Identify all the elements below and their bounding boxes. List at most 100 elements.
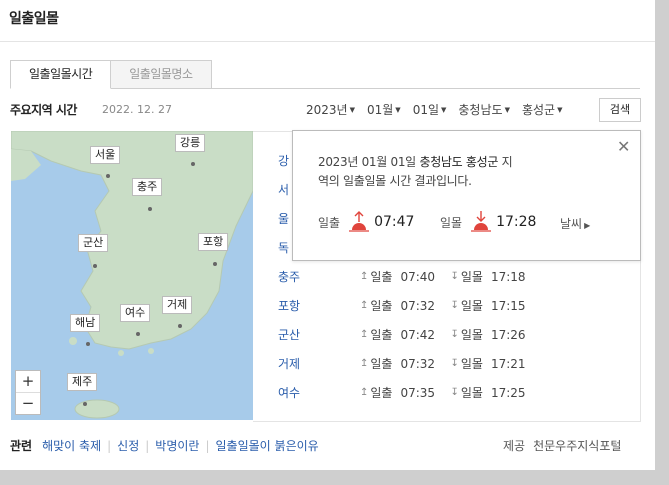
year-select[interactable]: 2023년 ▼ — [306, 101, 355, 118]
sunrise-time: 07:42 — [400, 327, 436, 342]
close-icon[interactable]: ✕ — [617, 137, 630, 156]
result-popup: ✕ 2023년 01월 01일 충청남도 홍성군 지 역의 일출일몰 시간 결과… — [292, 130, 641, 261]
sunset-arrow-icon: ↧ — [450, 300, 459, 311]
map-label-gunsan[interactable]: 군산 — [78, 234, 109, 252]
related-link-red-reason[interactable]: 일출일몰이 붉은이유 — [216, 437, 319, 454]
chevron-down-icon: ▼ — [557, 106, 563, 114]
sunrise-arrow-icon: ↥ — [360, 329, 369, 340]
related-link-festival[interactable]: 해맞이 축제 — [42, 437, 101, 454]
map-marker — [86, 342, 90, 346]
sunrise-label: 일출 — [370, 299, 393, 313]
city-row: 여수 ↥ 일출 07:35 ↧ 일몰 17:25 — [278, 384, 541, 401]
city-link[interactable]: 여수 — [278, 384, 360, 401]
weather-link[interactable]: 날씨 ▶ — [560, 215, 590, 232]
city-link-partial[interactable]: 서 — [278, 181, 289, 198]
city-row: 군산 ↥ 일출 07:42 ↧ 일몰 17:26 — [278, 326, 541, 343]
map-marker — [83, 402, 87, 406]
map-marker — [213, 262, 217, 266]
map-label-haenam[interactable]: 해남 — [70, 314, 101, 332]
result-text: 역의 일출일몰 시간 결과입니다. — [318, 174, 472, 188]
page-title: 일출일몰 — [9, 11, 59, 27]
sunrise-icon — [349, 211, 370, 232]
tab-sunrise-sunset-spots[interactable]: 일출일몰명소 — [111, 60, 212, 89]
province-select-value: 충청남도 — [458, 103, 503, 117]
sunset-label: 일몰 — [460, 299, 483, 313]
city-link[interactable]: 포항 — [278, 297, 360, 314]
sunrise-time: 07:32 — [400, 298, 436, 313]
provider-label: 제공 — [503, 439, 526, 453]
related-links: 관련 해맞이 축제 | 신정 | 박명이란 | 일출일몰이 붉은이유 — [10, 437, 319, 454]
overlay-shade — [0, 470, 669, 485]
map-marker — [136, 332, 140, 336]
sunrise-label: 일출 — [370, 386, 393, 400]
provider-link[interactable]: 천문우주지식포털 — [533, 439, 621, 453]
weather-link-label: 날씨 — [560, 217, 583, 231]
sunset-time: 17:26 — [490, 327, 526, 342]
county-select[interactable]: 홍성군 ▼ — [522, 101, 563, 118]
map-label-chungju[interactable]: 충주 — [132, 178, 163, 196]
sunrise-arrow-icon: ↥ — [360, 300, 369, 311]
map-label-gangneung[interactable]: 강릉 — [175, 134, 206, 152]
city-row: 거제 ↥ 일출 07:32 ↧ 일몰 17:21 — [278, 355, 541, 372]
result-message: 2023년 01월 01일 충청남도 홍성군 지 역의 일출일몰 시간 결과입니… — [318, 153, 618, 191]
overlay-shade — [655, 0, 669, 485]
section-heading: 주요지역 시간 — [10, 103, 77, 117]
result-date: 2023년 01월 01일 — [318, 155, 416, 169]
county-select-value: 홍성군 — [521, 103, 556, 117]
sunrise-time: 07:32 — [400, 356, 436, 371]
day-select[interactable]: 01일 ▼ — [413, 101, 447, 118]
sunrise-arrow-icon: ↥ — [360, 271, 369, 282]
sunrise-label: 일출 — [370, 328, 393, 342]
tab-sunrise-sunset-time[interactable]: 일출일몰시간 — [10, 60, 112, 89]
sunset-label: 일몰 — [460, 270, 483, 284]
city-link-partial[interactable]: 독 — [278, 239, 289, 256]
popup-sunset: 일몰 17:28 — [440, 211, 536, 233]
month-select[interactable]: 01월 ▼ — [367, 101, 401, 118]
separator: | — [107, 438, 112, 453]
sunset-arrow-icon: ↧ — [450, 329, 459, 340]
sunrise-time: 07:35 — [400, 385, 436, 400]
korea-map[interactable]: 서울 강릉 충주 군산 포항 해남 여수 거제 제주 — [11, 131, 253, 420]
city-link[interactable]: 거제 — [278, 355, 360, 372]
related-link-twilight[interactable]: 박명이란 — [155, 437, 199, 454]
year-select-value: 2023년 — [306, 103, 348, 117]
city-link-partial[interactable]: 강 — [278, 152, 289, 169]
result-suffix: 지 — [501, 155, 513, 169]
sunset-arrow-icon: ↧ — [450, 271, 459, 282]
search-button[interactable]: 검색 — [599, 98, 641, 122]
divider — [0, 41, 655, 42]
map-label-jeju[interactable]: 제주 — [67, 373, 98, 391]
chevron-down-icon: ▼ — [395, 106, 401, 114]
sunset-time: 17:18 — [490, 269, 526, 284]
sunrise-arrow-icon: ↥ — [360, 387, 369, 398]
sunset-icon — [471, 211, 492, 232]
sunrise-time: 07:40 — [400, 269, 436, 284]
region-date-selects: 2023년 ▼ 01월 ▼ 01일 ▼ 충청남도 ▼ 홍성군 ▼ — [306, 101, 574, 118]
separator: | — [205, 438, 210, 453]
city-link[interactable]: 군산 — [278, 326, 360, 343]
related-link-new-year[interactable]: 신정 — [117, 437, 139, 454]
sunset-arrow-icon: ↧ — [450, 358, 459, 369]
city-link[interactable]: 충주 — [278, 268, 360, 285]
chevron-right-icon: ▶ — [584, 221, 591, 230]
city-link-partial[interactable]: 울 — [278, 210, 289, 227]
map-marker — [93, 264, 97, 268]
popup-sunrise-time: 07:47 — [374, 214, 415, 230]
province-select[interactable]: 충청남도 ▼ — [458, 101, 510, 118]
zoom-out-button[interactable]: − — [16, 392, 40, 414]
map-label-geoje[interactable]: 거제 — [162, 296, 193, 314]
tab-bar: 일출일몰시간 일출일몰명소 — [10, 60, 212, 89]
popup-sunset-time: 17:28 — [496, 214, 537, 230]
sunrise-label: 일출 — [370, 270, 393, 284]
map-label-pohang[interactable]: 포항 — [198, 233, 229, 251]
map-land-shape — [11, 131, 253, 419]
map-marker — [191, 162, 195, 166]
map-label-yeosu[interactable]: 여수 — [120, 304, 151, 322]
sunset-time: 17:25 — [490, 385, 526, 400]
month-select-value: 01월 — [366, 103, 394, 117]
zoom-in-button[interactable]: + — [16, 371, 40, 392]
sunrise-label: 일출 — [370, 357, 393, 371]
map-label-seoul[interactable]: 서울 — [90, 146, 121, 164]
result-place: 충청남도 홍성군 — [419, 155, 499, 169]
sunset-time: 17:21 — [490, 356, 526, 371]
